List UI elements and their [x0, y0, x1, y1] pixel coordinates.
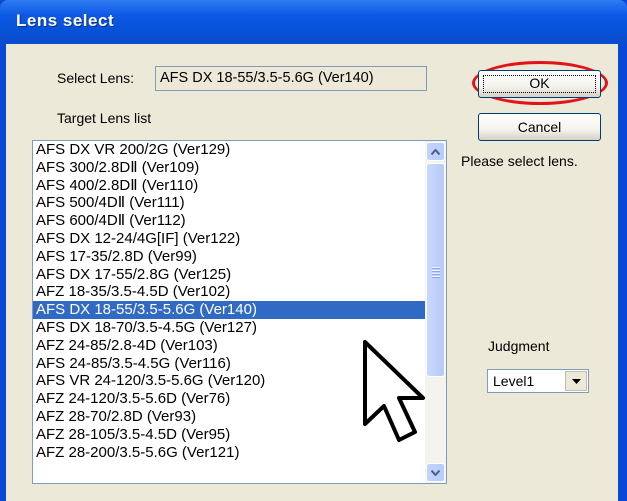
judgment-select[interactable]: Level1: [487, 369, 589, 393]
selected-lens-field: AFS DX 18-55/3.5-5.6G (Ver140): [155, 66, 427, 91]
lens-list-item[interactable]: AFS 300/2.8DⅡ (Ver109): [33, 159, 425, 177]
cancel-button-label: Cancel: [517, 119, 562, 135]
select-lens-label: Select Lens:: [57, 70, 135, 86]
scroll-up-button[interactable]: [426, 142, 445, 161]
cancel-button[interactable]: Cancel: [478, 113, 601, 141]
scroll-up-arrow-icon: [431, 148, 440, 155]
scroll-down-button[interactable]: [426, 463, 445, 482]
mouse-pointer-icon: [363, 340, 425, 442]
window-title: Lens select: [16, 11, 115, 30]
dialog-body: Select Lens: AFS DX 18-55/3.5-5.6G (Ver1…: [6, 44, 618, 501]
judgment-value: Level1: [493, 373, 535, 389]
lens-list-item[interactable]: AFS 400/2.8DⅡ (Ver110): [33, 177, 425, 195]
target-lens-list-label: Target Lens list: [57, 110, 152, 126]
ok-button[interactable]: OK: [478, 70, 601, 98]
focus-rectangle: [483, 75, 596, 93]
judgment-label: Judgment: [488, 338, 550, 354]
title-bar[interactable]: Lens select: [0, 0, 627, 44]
lens-list-item[interactable]: AFS 500/4DⅡ (Ver111): [33, 194, 425, 212]
lens-list-item[interactable]: AFS 600/4DⅡ (Ver112): [33, 212, 425, 230]
scroll-down-arrow-icon: [431, 469, 440, 476]
lens-list-item[interactable]: AFS DX 18-70/3.5-4.5G (Ver127): [33, 319, 425, 337]
hint-text: Please select lens.: [461, 153, 578, 169]
lens-list-item[interactable]: AFS 17-35/2.8D (Ver99): [33, 248, 425, 266]
thumb-grip: [432, 267, 440, 278]
lens-list-item[interactable]: AFZ 18-35/3.5-4.5D (Ver102): [33, 283, 425, 301]
lens-list-item[interactable]: AFS DX VR 200/2G (Ver129): [33, 141, 425, 159]
lens-select-window: Lens select Select Lens: AFS DX 18-55/3.…: [0, 0, 627, 501]
lens-list-item[interactable]: AFS DX 17-55/2.8G (Ver125): [33, 266, 425, 284]
lens-list-item[interactable]: AFS DX 18-55/3.5-5.6G (Ver140): [33, 301, 425, 319]
dropdown-arrow-icon: [571, 378, 581, 384]
dropdown-button[interactable]: [565, 371, 587, 391]
lens-list-item[interactable]: AFS DX 12-24/4G[IF] (Ver122): [33, 230, 425, 248]
